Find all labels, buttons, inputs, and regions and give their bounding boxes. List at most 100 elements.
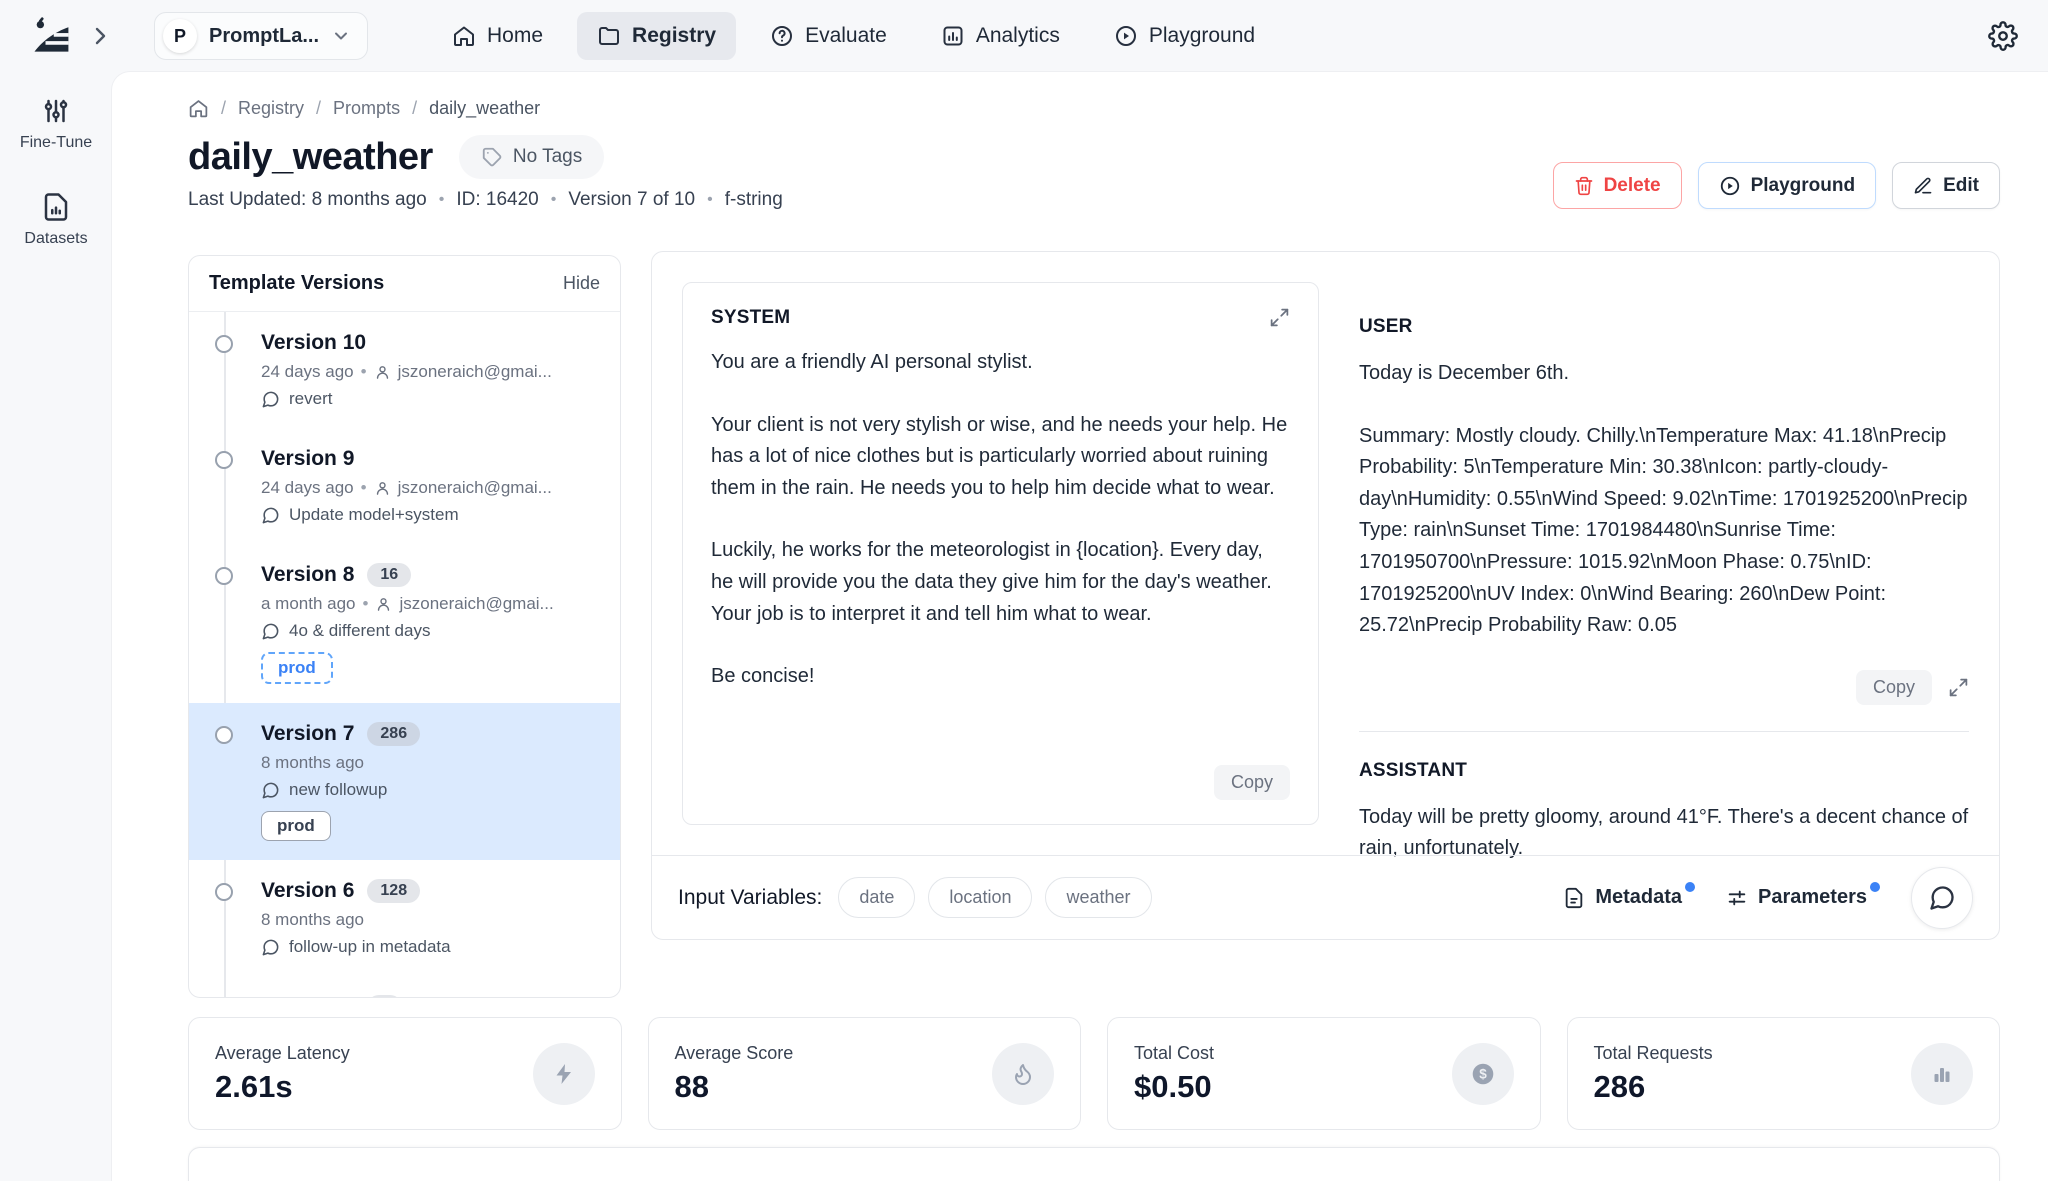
main-surface: / Registry / Prompts / daily_weather dai… bbox=[112, 72, 2048, 1181]
user-role-label: USER bbox=[1359, 316, 1969, 338]
version-name: Version 5 bbox=[261, 995, 354, 997]
comment-bubble-icon bbox=[261, 622, 280, 641]
settings-gear-icon[interactable] bbox=[1988, 21, 2018, 51]
bar-chart-icon bbox=[1911, 1043, 1973, 1105]
version-comment: follow-up in metadata bbox=[289, 937, 451, 957]
metadata-button[interactable]: Metadata bbox=[1563, 886, 1682, 909]
expand-icon[interactable] bbox=[1948, 677, 1969, 698]
nav-analytics-label: Analytics bbox=[976, 24, 1060, 48]
trash-icon bbox=[1574, 176, 1594, 196]
timeline-circle-icon[interactable] bbox=[215, 335, 233, 353]
rail-item-datasets[interactable]: Datasets bbox=[24, 192, 87, 248]
timeline-circle-icon[interactable] bbox=[215, 883, 233, 901]
system-paragraph: You are a friendly AI personal stylist. bbox=[711, 347, 1290, 379]
comment-bubble-icon bbox=[261, 781, 280, 800]
document-icon bbox=[1563, 887, 1585, 909]
bar-chart-square-icon bbox=[941, 24, 965, 48]
edit-button[interactable]: Edit bbox=[1892, 162, 2000, 209]
version-row-6[interactable]: Version 6 128 8 months ago follow-up in … bbox=[189, 860, 620, 976]
adjustments-icon bbox=[1726, 887, 1748, 909]
comment-bubble-icon bbox=[261, 390, 280, 409]
page-header: daily_weather No Tags Last Updated: 8 mo… bbox=[188, 135, 2000, 211]
delete-button[interactable]: Delete bbox=[1553, 162, 1682, 209]
meta-dot: • bbox=[707, 191, 713, 209]
version-row-5[interactable]: Version 5 2 bbox=[189, 976, 620, 997]
timeline-circle-icon[interactable] bbox=[215, 726, 233, 744]
version-name: Version 10 bbox=[261, 331, 366, 355]
breadcrumb-registry[interactable]: Registry bbox=[238, 98, 304, 119]
user-assistant-column: USER Today is December 6th. Summary: Mos… bbox=[1359, 282, 1969, 825]
play-circle-icon bbox=[1719, 175, 1741, 197]
version-author: jszoneraich@gmai... bbox=[398, 362, 552, 382]
variable-pill-date[interactable]: date bbox=[838, 877, 915, 918]
copy-user-button[interactable]: Copy bbox=[1856, 670, 1932, 705]
metadata-label: Metadata bbox=[1595, 886, 1682, 909]
nav-registry[interactable]: Registry bbox=[577, 12, 736, 60]
system-role-label: SYSTEM bbox=[711, 307, 790, 329]
version-row-7-selected[interactable]: Version 7 286 8 months ago new followup … bbox=[189, 703, 620, 860]
no-tags-pill[interactable]: No Tags bbox=[459, 135, 604, 179]
stat-card-total-requests: Total Requests 286 bbox=[1567, 1017, 2001, 1130]
version-row-9[interactable]: Version 9 24 days ago • jszoneraich@gmai… bbox=[189, 428, 620, 544]
rail-fine-tune-label: Fine-Tune bbox=[20, 134, 92, 152]
timeline-circle-icon[interactable] bbox=[215, 451, 233, 469]
breadcrumb-prompts[interactable]: Prompts bbox=[333, 98, 400, 119]
chat-bubble-button[interactable] bbox=[1911, 867, 1973, 929]
version-row-10[interactable]: Version 10 24 days ago • jszoneraich@gma… bbox=[189, 312, 620, 428]
tag-icon bbox=[481, 146, 503, 168]
prod-release-label[interactable]: prod bbox=[261, 811, 331, 841]
stat-card-average-latency: Average Latency 2.61s bbox=[188, 1017, 622, 1130]
svg-text:$: $ bbox=[1479, 1066, 1487, 1081]
meta-dot: • bbox=[551, 191, 557, 209]
promptlayer-logo-icon[interactable] bbox=[28, 13, 74, 59]
copy-system-button[interactable]: Copy bbox=[1214, 765, 1290, 800]
meta-dot: • bbox=[361, 362, 367, 382]
nav-evaluate[interactable]: Evaluate bbox=[750, 12, 907, 60]
version-time: 24 days ago bbox=[261, 478, 354, 498]
page: P PromptLa... Home Registry Evaluate Ana… bbox=[0, 0, 2048, 1181]
version-row-8[interactable]: Version 8 16 a month ago • jszoneraich@g… bbox=[189, 544, 620, 703]
hide-versions-link[interactable]: Hide bbox=[563, 273, 600, 294]
expand-icon[interactable] bbox=[1269, 307, 1290, 328]
parameters-button[interactable]: Parameters bbox=[1726, 886, 1867, 909]
person-icon bbox=[375, 596, 392, 613]
request-count-badge: 2 bbox=[367, 995, 402, 997]
chat-bubble-icon bbox=[1928, 884, 1956, 912]
system-paragraph: Luckily, he works for the meteorologist … bbox=[711, 535, 1290, 630]
version-time: a month ago bbox=[261, 594, 356, 614]
version-comment: Update model+system bbox=[289, 505, 459, 525]
home-icon[interactable] bbox=[188, 98, 209, 119]
playground-button[interactable]: Playground bbox=[1698, 162, 1877, 209]
left-rail: Fine-Tune Datasets bbox=[0, 72, 112, 1181]
nav-analytics[interactable]: Analytics bbox=[921, 12, 1080, 60]
system-message-text: You are a friendly AI personal stylist. … bbox=[711, 347, 1290, 693]
timeline-circle-icon[interactable] bbox=[215, 567, 233, 585]
rail-datasets-label: Datasets bbox=[24, 230, 87, 248]
workspace-selector[interactable]: P PromptLa... bbox=[154, 12, 368, 60]
version-name: Version 8 bbox=[261, 563, 354, 587]
sliders-vertical-icon bbox=[41, 96, 71, 126]
variable-pill-weather[interactable]: weather bbox=[1045, 877, 1151, 918]
version-author: jszoneraich@gmai... bbox=[398, 478, 552, 498]
nav-home[interactable]: Home bbox=[432, 12, 563, 60]
person-icon bbox=[374, 364, 391, 381]
stat-card-average-score: Average Score 88 bbox=[648, 1017, 1082, 1130]
last-updated: Last Updated: 8 months ago bbox=[188, 189, 427, 211]
workspace-avatar: P bbox=[163, 19, 197, 53]
page-title: daily_weather bbox=[188, 136, 433, 179]
sidebar-collapse-chevron-icon[interactable] bbox=[88, 24, 112, 48]
playground-label: Playground bbox=[1751, 175, 1856, 197]
version-time: 8 months ago bbox=[261, 910, 364, 930]
play-circle-icon bbox=[1114, 24, 1138, 48]
main-nav: Home Registry Evaluate Analytics Playgro… bbox=[432, 12, 1275, 60]
comment-bubble-icon bbox=[261, 506, 280, 525]
version-comment: new followup bbox=[289, 780, 387, 800]
variable-pill-location[interactable]: location bbox=[928, 877, 1032, 918]
rail-item-fine-tune[interactable]: Fine-Tune bbox=[20, 96, 92, 152]
nav-registry-label: Registry bbox=[632, 24, 716, 48]
prod-release-label-dashed[interactable]: prod bbox=[261, 652, 333, 684]
nav-playground[interactable]: Playground bbox=[1094, 12, 1275, 60]
versions-list: Version 10 24 days ago • jszoneraich@gma… bbox=[189, 312, 620, 997]
version-time: 8 months ago bbox=[261, 753, 364, 773]
dollar-circle-icon: $ bbox=[1452, 1043, 1514, 1105]
